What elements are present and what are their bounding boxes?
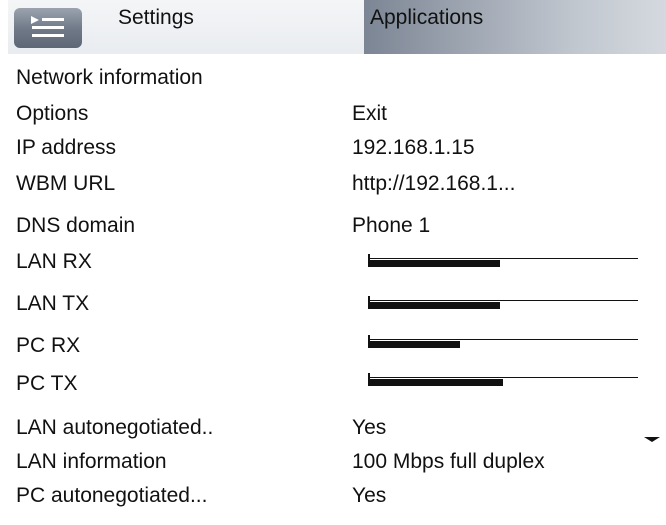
row-label: DNS domain	[16, 214, 136, 237]
row-label: LAN autonegotiated..	[16, 416, 214, 439]
row-value: 192.168.1.15	[352, 136, 475, 159]
list-item-lan-information[interactable]: LAN information 100 Mbps full duplex	[0, 450, 666, 486]
row-label: Options	[16, 102, 89, 125]
list-item-ip-address[interactable]: IP address 192.168.1.15	[0, 136, 666, 172]
menu-button[interactable]	[14, 8, 82, 48]
row-value: Yes	[352, 484, 387, 507]
meter-fill	[368, 260, 500, 267]
tab-settings-label: Settings	[118, 6, 194, 29]
row-label: LAN RX	[16, 250, 92, 273]
meter-fill	[368, 379, 503, 386]
network-info-list: Network information Options Exit IP addr…	[0, 54, 666, 525]
meter-fill	[368, 302, 500, 309]
row-label: PC autonegotiated...	[16, 484, 208, 507]
row-label: LAN information	[16, 450, 167, 473]
lan-rx-meter	[368, 254, 638, 267]
row-label: PC TX	[16, 372, 78, 395]
row-label: IP address	[16, 136, 117, 159]
row-value: Phone 1	[352, 214, 431, 237]
row-value: Yes	[352, 416, 387, 439]
list-item-lan-autonegotiated[interactable]: LAN autonegotiated.. Yes	[0, 416, 666, 452]
row-value: Exit	[352, 102, 388, 125]
list-item-dns-domain[interactable]: DNS domain Phone 1	[0, 214, 666, 250]
row-label: WBM URL	[16, 172, 116, 195]
row-value: 100 Mbps full duplex	[352, 450, 545, 473]
list-item-lan-rx[interactable]: LAN RX	[0, 250, 666, 286]
tab-bar: Settings Applications	[0, 0, 666, 54]
list-item-pc-rx[interactable]: PC RX	[0, 334, 666, 370]
list-item-options[interactable]: Options Exit	[0, 102, 666, 138]
pc-tx-meter	[368, 373, 638, 386]
scroll-down-icon[interactable]	[644, 437, 660, 442]
list-item-lan-tx[interactable]: LAN TX	[0, 292, 666, 328]
lan-tx-meter	[368, 296, 638, 309]
row-value: http://192.168.1...	[352, 172, 516, 195]
list-item-pc-tx[interactable]: PC TX	[0, 372, 666, 408]
tab-settings[interactable]: Settings	[8, 0, 364, 54]
pc-rx-meter	[368, 335, 638, 348]
meter-fill	[368, 341, 460, 348]
list-item-wbm-url[interactable]: WBM URL http://192.168.1...	[0, 172, 666, 208]
page-title: Network information	[16, 66, 203, 89]
list-item-pc-autonegotiated[interactable]: PC autonegotiated... Yes	[0, 484, 666, 520]
row-label: PC RX	[16, 334, 81, 357]
row-label: LAN TX	[16, 292, 90, 315]
tab-applications-label: Applications	[370, 6, 484, 29]
tab-applications[interactable]: Applications	[364, 0, 666, 54]
